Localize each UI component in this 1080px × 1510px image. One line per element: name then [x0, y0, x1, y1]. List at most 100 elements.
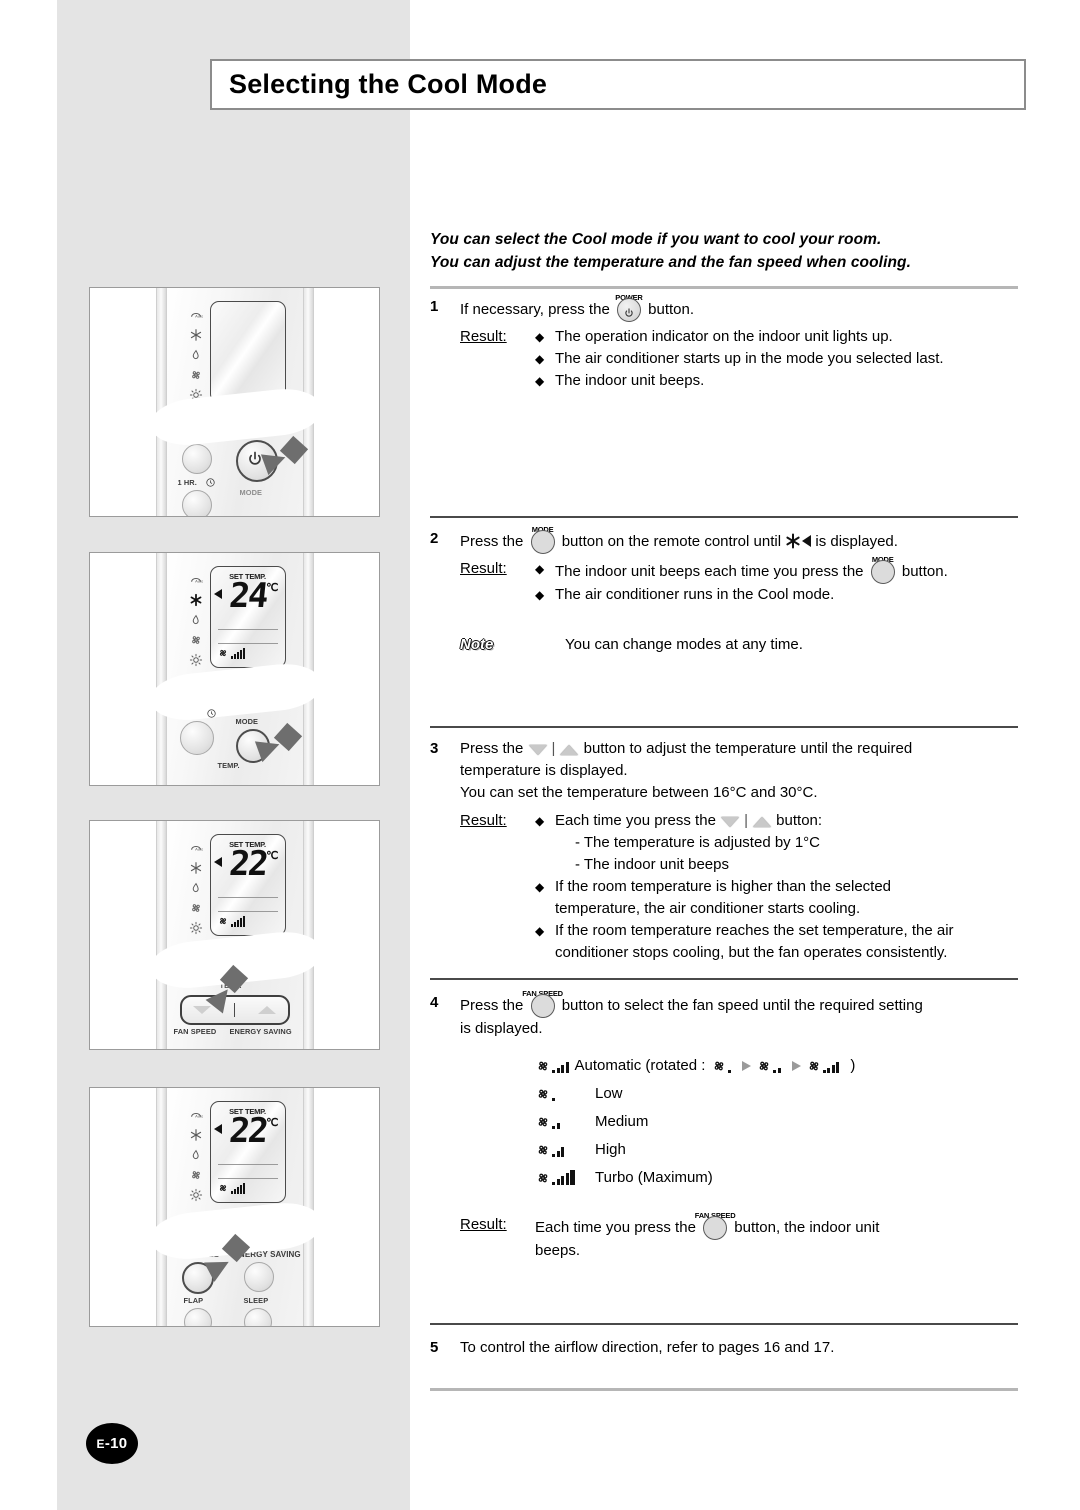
heat-sun-icon [189, 921, 203, 935]
fan-speed-row-automatic: Automatic (rotated :) [535, 1052, 1030, 1080]
temperature-rocker-button[interactable] [179, 995, 290, 1025]
step-3-text: Press the | button to adjust the tempera… [460, 738, 1030, 804]
fan-bars-1 [728, 1070, 732, 1073]
clock-icon [205, 478, 215, 487]
lcd-fan-bars [230, 916, 245, 927]
remote-control-illustration: SET TEMP. 22 ℃ Auto [147, 1088, 324, 1326]
fan-mode-icon [189, 1168, 203, 1182]
lcd-temperature-unit: ℃ [266, 1117, 279, 1129]
fan-speed-row-low: Low [535, 1080, 1030, 1108]
page-number-prefix: E [96, 1436, 105, 1451]
fan-blades-icon [715, 1061, 724, 1071]
fan-speed-button-icon[interactable]: FAN SPEED [522, 989, 563, 1018]
step-2-number: 2 [430, 530, 439, 547]
step-2-bullet-2: The air conditioner runs in the Cool mod… [555, 586, 835, 603]
power-button-icon[interactable]: POWER [615, 293, 643, 322]
step-3-bullet-1: Each time you press the | button: [555, 810, 1030, 832]
step-1-text-before: If necessary, press the [460, 301, 610, 318]
heat-sun-icon [189, 1188, 203, 1202]
fan-bars-2 [773, 1068, 781, 1073]
fan-mode-icon [189, 368, 203, 382]
bullet-diamond-icon: ◆ [535, 814, 545, 828]
bullet-diamond-icon: ◆ [535, 352, 545, 366]
energy-saving-button[interactable] [243, 1262, 274, 1292]
bullet-diamond-icon: ◆ [535, 562, 545, 576]
remote-lcd: SET TEMP. 22 ℃ [209, 1101, 286, 1203]
flap-button-label: FLAP [183, 1296, 204, 1305]
step-5-text: To control the airflow direction, refer … [460, 1339, 835, 1356]
step-2-bullet-1: The indoor unit beeps each time you pres… [555, 555, 1030, 584]
divider-rule-5 [430, 1323, 1018, 1325]
fan-speed-icon-low [535, 1086, 589, 1102]
remote-lcd: SET TEMP. 22 ℃ [209, 834, 286, 936]
sleep-button-label: SLEEP [243, 1296, 269, 1305]
temp-down-icon[interactable] [192, 1006, 211, 1014]
fan-speed-icon-automatic [535, 1058, 569, 1074]
step-3-bullet-3-line-2: conditioner stops cooling, but the fan o… [555, 944, 948, 961]
fan-speed-rotated-prefix: (rotated : [645, 1057, 706, 1074]
step-4-text-before: Press the [460, 997, 524, 1014]
fan-speed-button-label: FAN SPEED [173, 1027, 217, 1036]
step-3-sub-2: - The indoor unit beeps [575, 856, 729, 873]
temp-down-icon[interactable] [528, 745, 547, 755]
step-1-text-after: button. [648, 301, 695, 318]
mode-button-icon[interactable]: MODE [530, 525, 556, 554]
auto-mode-icon: Auto [189, 1108, 204, 1122]
temp-button-label: TEMP. [217, 761, 240, 770]
temp-down-icon[interactable] [721, 817, 740, 827]
rotated-close-paren: ) [850, 1057, 856, 1074]
svg-text:Auto: Auto [195, 579, 203, 584]
step-1-number: 1 [430, 298, 439, 315]
step-1-bullets: ◆ The operation indicator on the indoor u… [535, 326, 1030, 392]
divider-rule-1 [430, 286, 1018, 289]
svg-text:Auto: Auto [195, 847, 203, 852]
fan-speed-icon-low-inline [711, 1058, 732, 1074]
step-4-result-line-2: beeps. [535, 1242, 581, 1259]
step-3-bullet-3-line-1: If the room temperature reaches the set … [555, 922, 954, 939]
step-3-bullets: ◆ Each time you press the | button: - Th… [535, 810, 1030, 964]
temp-up-icon[interactable] [753, 817, 771, 827]
step-4-text-after: button to select the fan speed until the… [561, 997, 923, 1014]
step-1-result-label: Result: [460, 328, 507, 345]
fan-bars-2 [552, 1123, 560, 1129]
step-4-line-2: is displayed. [460, 1020, 543, 1037]
cool-snowflake-icon [785, 533, 801, 549]
lcd-fan-indicator [217, 915, 245, 927]
page-number-badge: E -10 [86, 1423, 138, 1464]
step-3-result-label: Result: [460, 812, 507, 829]
fan-blades-icon [760, 1061, 769, 1071]
temp-up-icon[interactable] [560, 745, 579, 755]
remote-edge-left [155, 1088, 167, 1326]
fan-speed-icon-turbo [535, 1170, 589, 1186]
lcd-fan-indicator [217, 1182, 245, 1194]
energy-saving-button-label: ENERGY SAVING [229, 1027, 292, 1036]
fan-speed-icon-high-inline [806, 1058, 840, 1074]
step-2-bullet-1-before: The indoor unit beeps each time you pres… [555, 563, 864, 580]
fan-speed-row-high: High [535, 1136, 1030, 1164]
step-4-result-label: Result: [460, 1216, 507, 1233]
bullet-diamond-icon: ◆ [535, 330, 545, 344]
page-number-suffix: -10 [104, 1435, 128, 1452]
fan-bars-3 [552, 1147, 564, 1157]
mode-button-icon[interactable]: MODE [870, 555, 896, 584]
one-hour-button[interactable] [181, 490, 212, 516]
mode-icon-column: Auto [186, 573, 206, 667]
illustration-panel-power: Auto TURBO POWER [89, 287, 380, 517]
step-4-result-before: Each time you press the [535, 1219, 696, 1236]
step-1-bullet-3: The indoor unit beeps. [555, 372, 705, 389]
step-5-number: 5 [430, 1339, 439, 1356]
fan-speed-button-icon[interactable]: FAN SPEED [695, 1211, 736, 1240]
illustration-panel-temperature: SET TEMP. 22 ℃ Auto FAN SPEED ENERGY SAV… [89, 820, 380, 1050]
step-2-text-before: Press the [460, 533, 524, 550]
icon-separator: | [551, 740, 556, 757]
step-4-result-text: Each time you press the FAN SPEED button… [535, 1211, 1030, 1262]
lcd-divider-2 [217, 643, 278, 644]
fan-speed-label-turbo: Turbo (Maximum) [595, 1169, 713, 1186]
mode-button-label: MODE [239, 488, 263, 497]
step-4: 4 Press the FAN SPEED button to select t… [430, 989, 1030, 1262]
page-title-box: Selecting the Cool Mode [210, 59, 1026, 110]
lcd-fan-bars [230, 648, 245, 659]
temp-up-icon[interactable] [258, 1006, 277, 1014]
divider-rule-2 [430, 516, 1018, 518]
step-1-text: If necessary, press the POWER button. [460, 293, 1030, 322]
